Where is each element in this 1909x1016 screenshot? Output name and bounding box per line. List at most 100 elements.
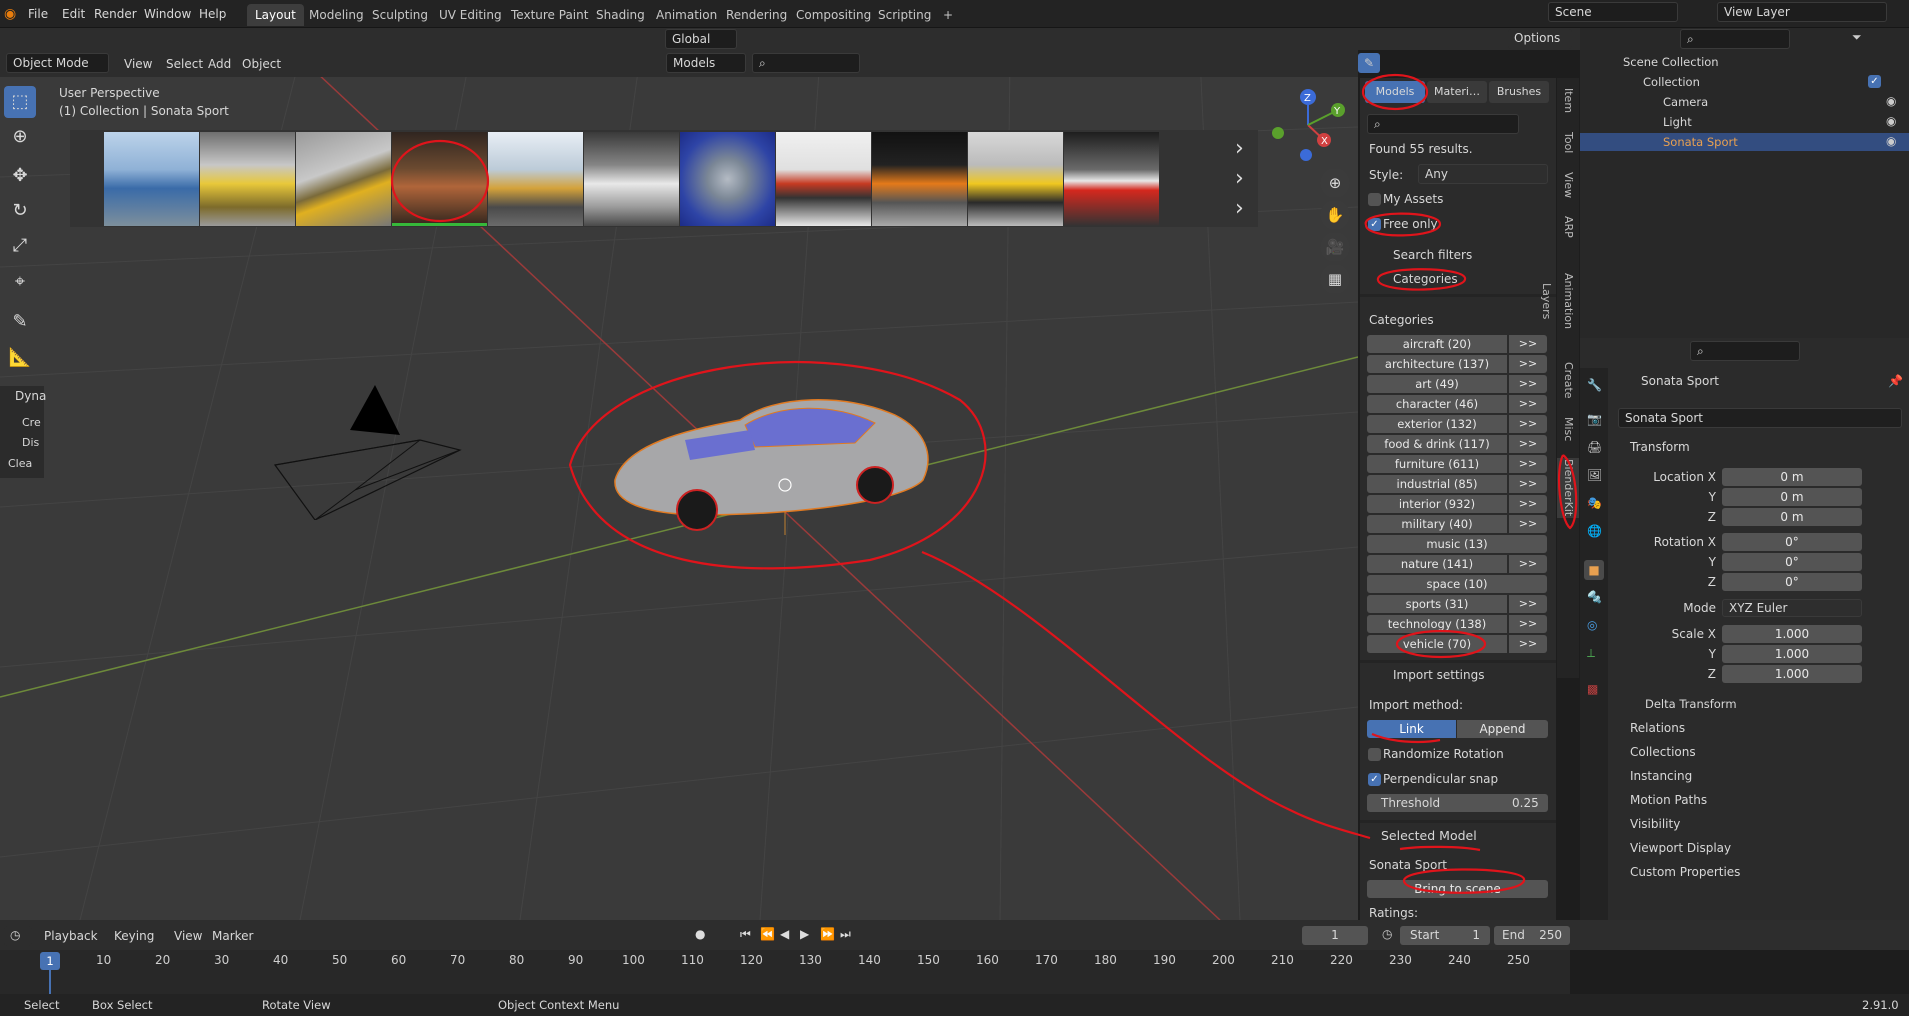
category-aircraft[interactable]: aircraft (20) [1367,335,1507,353]
location-z-field[interactable]: 0 m [1722,508,1862,526]
end-frame-field[interactable]: End 250 [1494,926,1570,945]
category-food-drink[interactable]: food & drink (117) [1367,435,1507,453]
annotate-tool-icon[interactable]: ✎ [4,306,36,338]
collections-section[interactable]: Collections [1630,745,1696,759]
timeline-keying-menu[interactable]: Keying [108,926,160,946]
timeline-marker-menu[interactable]: Marker [206,926,259,946]
free-only-checkbox[interactable]: ✓ [1368,218,1381,231]
sidebar-tab-create[interactable]: Create [1557,360,1579,400]
category-military[interactable]: military (40) [1367,515,1507,533]
scale-y-field[interactable]: 1.000 [1722,645,1862,663]
jump-end-icon[interactable]: ⏭ [840,927,851,942]
delta-transform-section[interactable]: Delta Transform [1645,697,1737,711]
category-art-arrow[interactable]: >> [1509,375,1547,393]
navigation-gizmo[interactable]: Z X Y [1268,85,1348,165]
style-dropdown[interactable]: Any [1418,164,1548,184]
asset-thumb-skid-steer[interactable] [488,132,583,226]
properties-search-input[interactable]: ⌕ [1690,341,1800,361]
transform-orientation-dropdown[interactable]: Global [665,29,737,49]
bring-to-scene-button[interactable]: Bring to scene [1367,880,1548,898]
outliner-search-input[interactable]: ⌕ [1680,29,1790,49]
move-tool-icon[interactable]: ✥ [4,160,36,192]
scene-selector[interactable]: Scene [1548,2,1678,22]
asset-thumb-lamborghini[interactable] [104,132,199,226]
object-mode-dropdown[interactable]: Object Mode [6,53,109,73]
category-architecture-arrow[interactable]: >> [1509,355,1547,373]
collection-include-checkbox[interactable]: ✓ [1868,75,1881,88]
asset-thumb-mclaren[interactable] [872,132,967,226]
dyna-display-button[interactable]: Dis [22,436,39,449]
rotation-y-field[interactable]: 0° [1722,553,1862,571]
tool-properties-icon[interactable]: 🔧 [1587,378,1602,392]
menu-help[interactable]: Help [193,4,232,24]
output-properties-icon[interactable]: 🖨 [1587,440,1602,454]
asset-search-input[interactable]: ⌕ [752,53,860,73]
category-sports[interactable]: sports (31) [1367,595,1507,613]
jump-start-icon[interactable]: ⏮ [740,927,751,942]
outliner-collection[interactable]: Collection [1643,75,1700,89]
add-workspace-icon[interactable]: + [935,4,961,26]
world-properties-icon[interactable]: 🌐 [1587,524,1602,538]
search-filters-toggle[interactable]: Search filters [1393,248,1472,262]
randomize-rotation-checkbox[interactable] [1368,748,1381,761]
categories-toggle[interactable]: Categories [1393,272,1458,286]
panel-search-input[interactable]: ⌕ [1367,114,1519,134]
menu-file[interactable]: File [22,4,54,24]
sidebar-tab-tool[interactable]: Tool [1557,128,1579,158]
category-interior-arrow[interactable]: >> [1509,495,1547,513]
scale-x-field[interactable]: 1.000 [1722,625,1862,643]
category-art[interactable]: art (49) [1367,375,1507,393]
camera-object[interactable] [270,380,470,520]
sonata-sport-car[interactable] [605,385,935,535]
menu-object[interactable]: Object [236,54,287,74]
category-technology[interactable]: technology (138) [1367,615,1507,633]
sidebar-tab-arp[interactable]: ARP [1557,212,1579,242]
sidebar-tab-misc[interactable]: Misc [1557,414,1579,444]
category-exterior-arrow[interactable]: >> [1509,415,1547,433]
options-dropdown[interactable]: Options [1508,29,1572,49]
tab-layout[interactable]: Layout [247,4,304,26]
import-settings-toggle[interactable]: Import settings [1393,668,1485,682]
category-character[interactable]: character (46) [1367,395,1507,413]
constraint-properties-icon[interactable]: ⟂ [1587,646,1595,661]
menu-window[interactable]: Window [138,4,197,24]
category-industrial[interactable]: industrial (85) [1367,475,1507,493]
current-frame-field[interactable]: 1 [1302,926,1368,945]
category-space[interactable]: space (10) [1367,575,1547,593]
sidebar-tab-animation-layers[interactable]: Animation Layers [1540,255,1579,347]
rotation-x-field[interactable]: 0° [1722,533,1862,551]
location-y-field[interactable]: 0 m [1722,488,1862,506]
rotate-tool-icon[interactable]: ↻ [4,195,36,227]
object-properties-icon[interactable]: ■ [1584,560,1604,580]
jump-key-back-icon[interactable]: ⏪ [760,927,775,941]
instancing-section[interactable]: Instancing [1630,769,1692,783]
filter-icon[interactable]: ⏷ [1852,30,1862,45]
scale-tool-icon[interactable]: ⤢ [4,230,36,262]
current-frame-marker[interactable]: 1 [40,952,60,970]
rotation-mode-dropdown[interactable]: XYZ Euler [1722,599,1862,617]
asset-bar-next-icon-3[interactable]: › [1235,196,1244,221]
category-vehicle-arrow[interactable]: >> [1509,635,1547,653]
menu-edit[interactable]: Edit [56,4,91,24]
outliner-sonata-sport[interactable]: Sonata Sport [1663,135,1738,149]
timeline-view-menu[interactable]: View [168,926,208,946]
asset-bar-next-icon[interactable]: › [1235,136,1244,161]
relations-section[interactable]: Relations [1630,721,1685,735]
category-technology-arrow[interactable]: >> [1509,615,1547,633]
visibility-eye-icon[interactable]: ◉ [1886,94,1896,108]
tab-materials[interactable]: Materi… [1427,81,1487,103]
category-sports-arrow[interactable]: >> [1509,595,1547,613]
tab-rendering[interactable]: Rendering [718,4,795,26]
category-aircraft-arrow[interactable]: >> [1509,335,1547,353]
render-properties-icon[interactable]: 📷 [1587,412,1602,426]
category-industrial-arrow[interactable]: >> [1509,475,1547,493]
asset-type-dropdown[interactable]: Models [666,53,746,73]
location-x-field[interactable]: 0 m [1722,468,1862,486]
tab-texture-paint[interactable]: Texture Paint [503,4,596,26]
menu-add[interactable]: Add [202,54,237,74]
dyna-clear-dropdown[interactable]: Clea [8,457,32,470]
category-vehicle[interactable]: vehicle (70) [1367,635,1507,653]
outliner-scene-collection[interactable]: Scene Collection [1623,55,1719,69]
viewport-display-section[interactable]: Viewport Display [1630,841,1731,855]
texture-properties-icon[interactable]: ▩ [1587,682,1598,696]
